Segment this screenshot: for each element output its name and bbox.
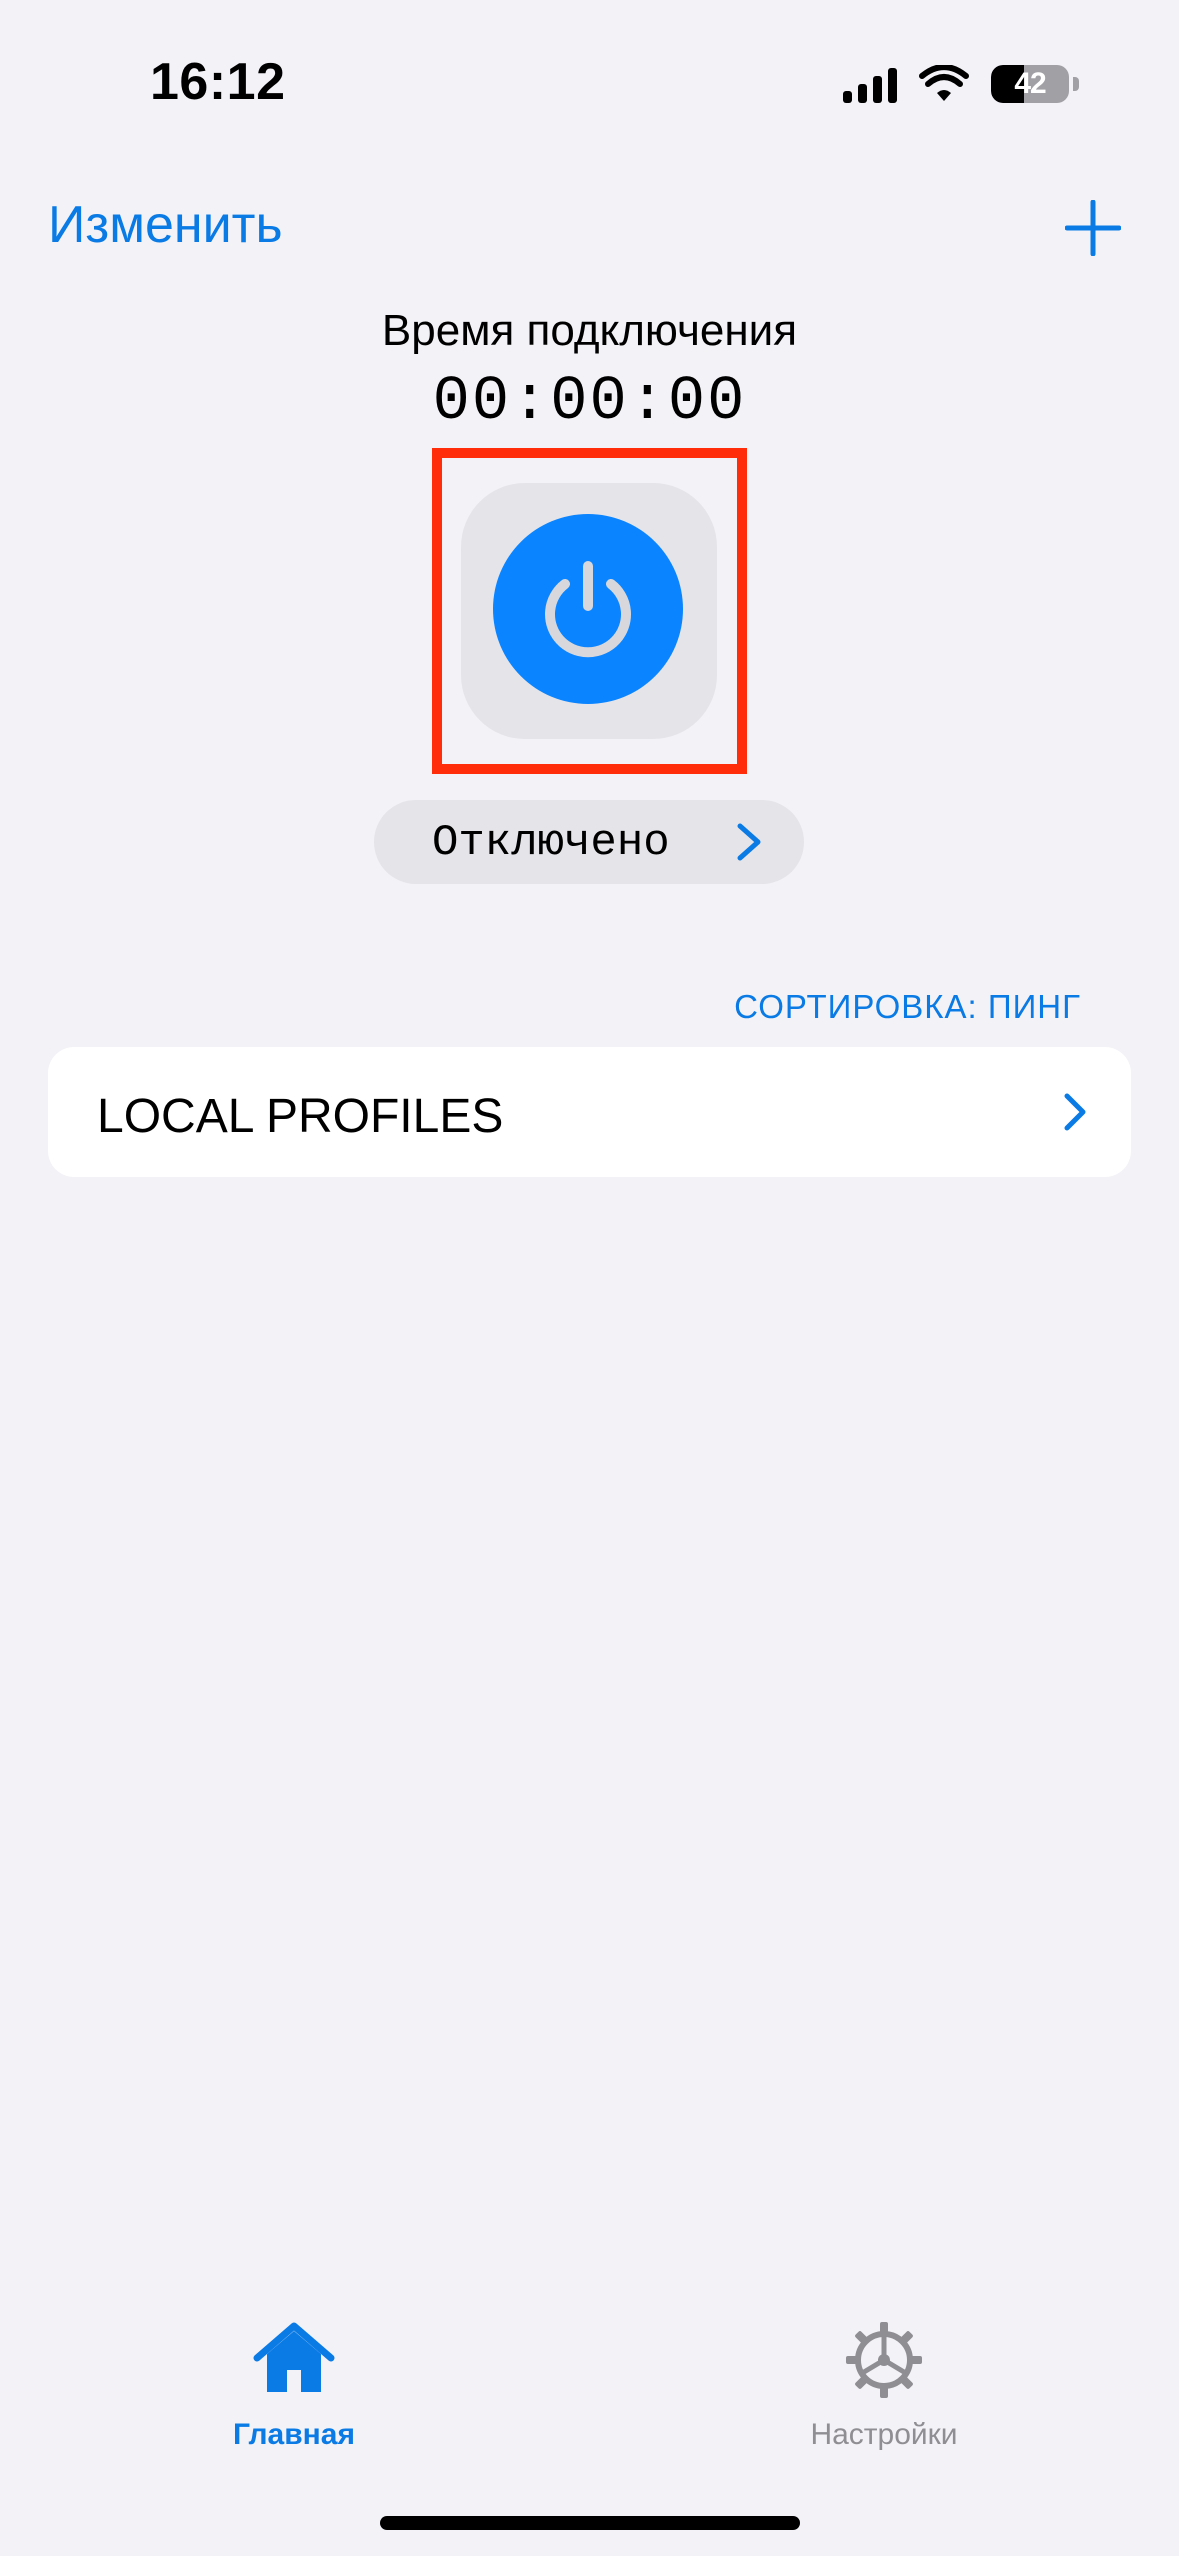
plus-icon <box>1064 199 1122 257</box>
power-icon <box>545 561 631 658</box>
list-item-label: LOCAL PROFILES <box>97 1090 504 1143</box>
connection-timer: 00:00:00 <box>432 366 747 437</box>
list-item-local-profiles[interactable]: LOCAL PROFILES <box>48 1047 1131 1177</box>
sort-button[interactable]: СОРТИРОВКА: ПИНГ <box>734 988 1081 1026</box>
wifi-icon <box>919 65 969 101</box>
tab-settings-label: Настройки <box>810 2418 958 2451</box>
tab-home[interactable]: Главная <box>164 2320 424 2452</box>
cellular-signal-icon <box>843 65 897 103</box>
status-indicators: 42 <box>843 64 1079 104</box>
gear-icon <box>846 2322 922 2398</box>
home-indicator <box>380 2516 800 2530</box>
connection-time-label: Время подключения <box>381 306 798 355</box>
tab-home-label: Главная <box>232 2418 355 2451</box>
status-time: 16:12 <box>150 53 286 111</box>
home-icon <box>253 2322 335 2392</box>
edit-button[interactable]: Изменить <box>48 195 283 255</box>
chevron-right-icon <box>737 823 761 861</box>
add-button[interactable] <box>1064 199 1122 257</box>
battery-icon: 42 <box>991 65 1079 103</box>
battery-level: 42 <box>1014 67 1046 100</box>
chevron-right-icon <box>1064 1093 1086 1131</box>
connect-power-button[interactable] <box>493 514 683 704</box>
connection-status-label: Отключено <box>432 818 670 868</box>
tab-settings[interactable]: Настройки <box>754 2320 1014 2452</box>
connection-status-button[interactable]: Отключено <box>374 800 804 884</box>
